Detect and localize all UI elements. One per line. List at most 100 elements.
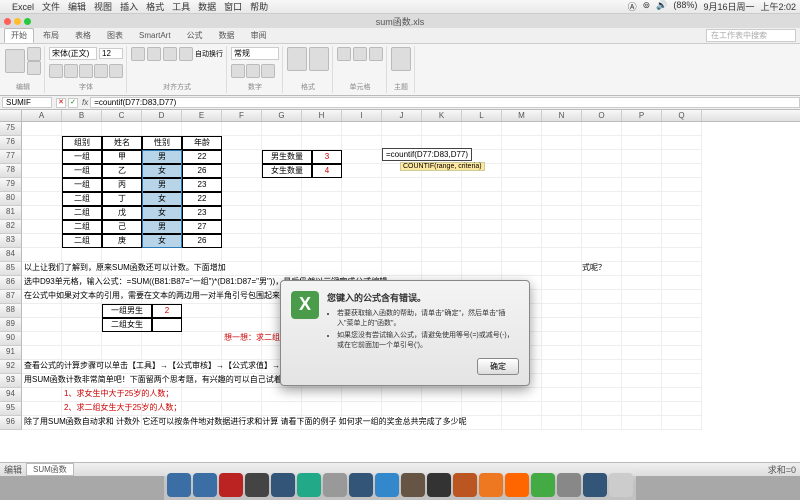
table-cell[interactable]: 男 — [142, 220, 182, 234]
table-cell[interactable]: 戊 — [102, 206, 142, 220]
table-cell[interactable]: 22 — [182, 150, 222, 164]
row-82[interactable]: 82 — [0, 220, 22, 234]
row-76[interactable]: 76 — [0, 136, 22, 150]
cond-format-icon[interactable] — [287, 47, 307, 71]
table-cell[interactable]: 女 — [142, 164, 182, 178]
wifi-icon[interactable]: ⊚ — [643, 0, 651, 13]
formula-input[interactable]: =countif(D77:D83,D77) — [90, 97, 800, 108]
row-81[interactable]: 81 — [0, 206, 22, 220]
row-86[interactable]: 86 — [0, 276, 22, 290]
input-icon[interactable]: Ⓐ — [628, 0, 637, 13]
table-cell[interactable]: 庚 — [102, 234, 142, 248]
row-93[interactable]: 93 — [0, 374, 22, 388]
row-89[interactable]: 89 — [0, 318, 22, 332]
col-M[interactable]: M — [502, 110, 542, 121]
row-94[interactable]: 94 — [0, 388, 22, 402]
tab-data[interactable]: 数据 — [212, 28, 242, 43]
menu-window[interactable]: 窗口 — [224, 0, 242, 13]
row-95[interactable]: 95 — [0, 402, 22, 416]
table-cell[interactable]: 23 — [182, 178, 222, 192]
col-F[interactable]: F — [222, 110, 262, 121]
zoom-button[interactable] — [24, 18, 31, 25]
dock-app-4[interactable] — [271, 473, 295, 497]
cancel-formula-icon[interactable]: ✕ — [56, 98, 66, 108]
tab-layout[interactable]: 布局 — [36, 28, 66, 43]
align-center-icon[interactable] — [147, 47, 161, 61]
row-75[interactable]: 75 — [0, 122, 22, 136]
tab-review[interactable]: 审阅 — [244, 28, 274, 43]
table-cell[interactable]: 26 — [182, 164, 222, 178]
ok-button[interactable]: 确定 — [477, 358, 519, 375]
app-name[interactable]: Excel — [12, 2, 34, 12]
enter-formula-icon[interactable]: ✓ — [68, 98, 78, 108]
sheet-tab[interactable]: SUM函数 — [26, 463, 74, 476]
menu-help[interactable]: 帮助 — [250, 0, 268, 13]
row-91[interactable]: 91 — [0, 346, 22, 360]
table-cell[interactable]: 男 — [142, 150, 182, 164]
col-D[interactable]: D — [142, 110, 182, 121]
dock-app-10[interactable] — [427, 473, 451, 497]
row-77[interactable]: 77 — [0, 150, 22, 164]
table-cell[interactable]: 己 — [102, 220, 142, 234]
number-format-select[interactable]: 常规 — [231, 47, 279, 60]
row-78[interactable]: 78 — [0, 164, 22, 178]
tab-smartart[interactable]: SmartArt — [132, 29, 178, 42]
menu-data[interactable]: 数据 — [198, 0, 216, 13]
row-80[interactable]: 80 — [0, 192, 22, 206]
table-cell[interactable]: 丁 — [102, 192, 142, 206]
dock-app-6[interactable] — [323, 473, 347, 497]
dock-app-7[interactable] — [349, 473, 373, 497]
font-color-icon[interactable] — [109, 64, 123, 78]
dock-app-1[interactable] — [193, 473, 217, 497]
dock-app-17[interactable] — [609, 473, 633, 497]
tab-home[interactable]: 开始 — [4, 28, 34, 43]
underline-icon[interactable] — [79, 64, 93, 78]
dock-app-15[interactable] — [557, 473, 581, 497]
row-88[interactable]: 88 — [0, 304, 22, 318]
menu-file[interactable]: 文件 — [42, 0, 60, 13]
row-85[interactable]: 85 — [0, 262, 22, 276]
table-cell[interactable]: 二组 — [62, 192, 102, 206]
dock-app-0[interactable] — [167, 473, 191, 497]
col-N[interactable]: N — [542, 110, 582, 121]
volume-icon[interactable]: 🔊 — [656, 0, 667, 13]
col-C[interactable]: C — [102, 110, 142, 121]
col-J[interactable]: J — [382, 110, 422, 121]
row-87[interactable]: 87 — [0, 290, 22, 304]
table-cell[interactable]: 27 — [182, 220, 222, 234]
tab-charts[interactable]: 图表 — [100, 28, 130, 43]
col-B[interactable]: B — [62, 110, 102, 121]
dock-app-11[interactable] — [453, 473, 477, 497]
menu-insert[interactable]: 插入 — [120, 0, 138, 13]
delete-cell-icon[interactable] — [353, 47, 367, 61]
col-K[interactable]: K — [422, 110, 462, 121]
format-cell-icon[interactable] — [369, 47, 383, 61]
align-left-icon[interactable] — [131, 47, 145, 61]
table-cell[interactable]: 女 — [142, 234, 182, 248]
col-P[interactable]: P — [622, 110, 662, 121]
name-box[interactable]: SUMIF — [2, 97, 52, 108]
dock-app-8[interactable] — [375, 473, 399, 497]
dock-app-2[interactable] — [219, 473, 243, 497]
menu-edit[interactable]: 编辑 — [68, 0, 86, 13]
table-cell[interactable]: 男 — [142, 178, 182, 192]
menu-format[interactable]: 格式 — [146, 0, 164, 13]
tab-formulas[interactable]: 公式 — [180, 28, 210, 43]
percent-icon[interactable] — [246, 64, 260, 78]
col-A[interactable]: A — [22, 110, 62, 121]
row-96[interactable]: 96 — [0, 416, 22, 430]
dock-app-3[interactable] — [245, 473, 269, 497]
menu-tools[interactable]: 工具 — [172, 0, 190, 13]
row-90[interactable]: 90 — [0, 332, 22, 346]
spreadsheet-grid[interactable]: A B C D E F G H I J K L M N O P Q 757677… — [0, 110, 800, 462]
table-cell[interactable]: 26 — [182, 234, 222, 248]
align-right-icon[interactable] — [163, 47, 177, 61]
dock-app-12[interactable] — [479, 473, 503, 497]
formula-cell-edit[interactable]: =countif(D77:D83,D77) — [382, 148, 472, 161]
close-button[interactable] — [4, 18, 11, 25]
dock-app-16[interactable] — [583, 473, 607, 497]
table-cell[interactable]: 女 — [142, 192, 182, 206]
row-83[interactable]: 83 — [0, 234, 22, 248]
table-cell[interactable]: 23 — [182, 206, 222, 220]
row-92[interactable]: 92 — [0, 360, 22, 374]
